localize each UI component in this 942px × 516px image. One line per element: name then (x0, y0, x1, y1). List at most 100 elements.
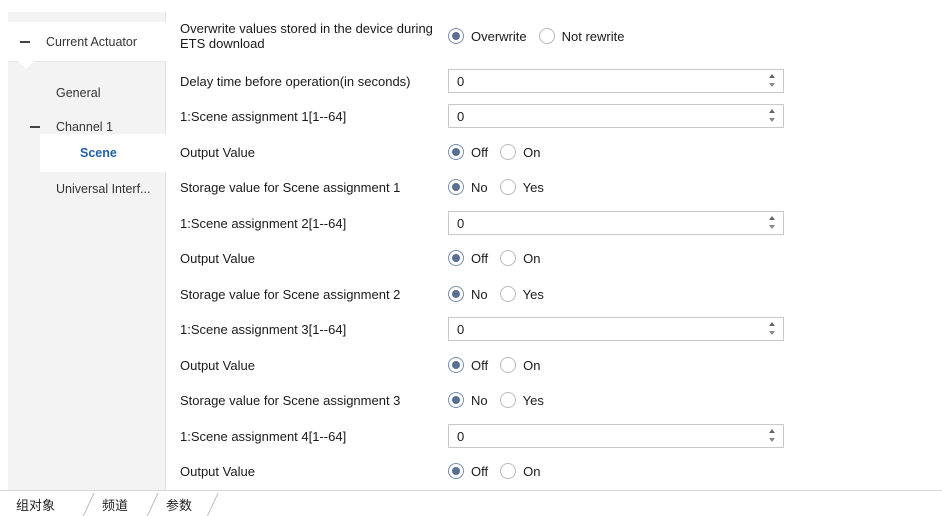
param-row: Storage value for Scene assignment 1 No … (180, 172, 940, 202)
radio-label: On (523, 357, 541, 373)
radio-off[interactable]: Off (448, 144, 488, 160)
param-label: 1:Scene assignment 4[1--64] (180, 428, 347, 444)
radio-unchecked-icon[interactable] (499, 392, 516, 408)
radio-checked-icon[interactable] (448, 463, 464, 479)
radio-yes[interactable]: Yes (499, 286, 544, 302)
param-label: Storage value for Scene assignment 1 (180, 179, 401, 195)
radio-checked-icon[interactable] (448, 392, 464, 408)
radio-unchecked-icon[interactable] (538, 28, 555, 44)
radio-off[interactable]: Off (448, 357, 488, 373)
radio-label: Yes (522, 286, 544, 302)
radio-no[interactable]: No (448, 392, 488, 408)
radio-no[interactable]: No (448, 286, 488, 302)
tree-item-universal-interface[interactable]: Universal Interf... (8, 172, 166, 206)
tab-parameters[interactable]: 参数 (166, 491, 193, 516)
tree-item-scene[interactable]: Scene (40, 134, 166, 172)
radio-unchecked-icon[interactable] (500, 357, 517, 373)
radio-not-rewrite[interactable]: Not rewrite (538, 28, 625, 44)
collapse-icon[interactable] (30, 126, 40, 128)
radio-no[interactable]: No (448, 179, 488, 195)
tree-item-label: General (56, 86, 101, 100)
radio-yes[interactable]: Yes (499, 179, 544, 195)
radio-unchecked-icon[interactable] (499, 286, 516, 302)
tab-label: 频道 (102, 497, 129, 513)
radio-label: Yes (522, 392, 544, 408)
param-label: Output Value (180, 144, 255, 160)
param-label: Output Value (180, 250, 255, 266)
tree-item-general[interactable]: General (8, 76, 166, 110)
radio-off[interactable]: Off (448, 463, 488, 479)
radio-yes[interactable]: Yes (499, 392, 544, 408)
scene-assignment-2-spinbox[interactable]: 0 (448, 211, 784, 235)
sidebar: Current Actuator General Channel 1 Scene… (8, 12, 166, 490)
radio-unchecked-icon[interactable] (500, 144, 517, 160)
radio-overwrite[interactable]: Overwrite (448, 28, 527, 44)
spin-value[interactable]: 0 (457, 429, 464, 444)
spin-value[interactable]: 0 (457, 74, 464, 89)
spin-arrows-icon[interactable] (769, 108, 777, 124)
tab-channels[interactable]: 频道 (102, 491, 128, 516)
radio-label: Not rewrite (561, 28, 625, 44)
radio-checked-icon[interactable] (448, 250, 464, 266)
param-row: Delay time before operation(in seconds) … (180, 66, 940, 96)
param-row: Storage value for Scene assignment 2 No … (180, 279, 940, 309)
param-row: 1:Scene assignment 4[1--64] 0 (180, 421, 940, 451)
radio-checked-icon[interactable] (448, 357, 464, 373)
scene-assignment-3-spinbox[interactable]: 0 (448, 317, 784, 341)
spin-value[interactable]: 0 (457, 322, 464, 337)
param-row: Output Value Off On (180, 350, 940, 380)
radio-on[interactable]: On (500, 463, 540, 479)
param-row: Output Value Off On (180, 137, 940, 167)
radio-checked-icon[interactable] (448, 179, 464, 195)
delay-time-spinbox[interactable]: 0 (448, 69, 784, 93)
param-label: Delay time before operation(in seconds) (180, 73, 411, 89)
tab-separator (146, 493, 159, 516)
radio-label: On (523, 250, 541, 266)
spin-arrows-icon[interactable] (769, 428, 777, 444)
spin-value[interactable]: 0 (457, 216, 464, 231)
radio-label: On (523, 144, 541, 160)
collapse-icon[interactable] (20, 40, 30, 43)
spin-arrows-icon[interactable] (769, 321, 777, 337)
param-label: Storage value for Scene assignment 3 (180, 392, 401, 408)
tree-item-label: Universal Interf... (56, 182, 151, 196)
radio-label: Yes (522, 179, 544, 195)
radio-checked-icon[interactable] (448, 286, 464, 302)
radio-label: On (523, 463, 541, 479)
app-window: Current Actuator General Channel 1 Scene… (0, 0, 942, 516)
radio-label: Overwrite (471, 28, 527, 44)
tree-item-current-actuator[interactable]: Current Actuator (8, 22, 166, 62)
radio-label: No (471, 179, 488, 195)
param-row: 1:Scene assignment 3[1--64] 0 (180, 314, 940, 344)
tree-item-label: Current Actuator (46, 34, 138, 49)
tab-label: 参数 (166, 497, 193, 513)
radio-unchecked-icon[interactable] (500, 463, 517, 479)
radio-label: Off (471, 250, 489, 266)
spin-value[interactable]: 0 (457, 109, 464, 124)
scene-assignment-1-spinbox[interactable]: 0 (448, 104, 784, 128)
param-row: 1:Scene assignment 1[1--64] 0 (180, 101, 940, 131)
radio-label: Off (471, 144, 489, 160)
param-row: Storage value for Scene assignment 3 No … (180, 385, 940, 415)
radio-off[interactable]: Off (448, 250, 488, 266)
radio-on[interactable]: On (500, 144, 540, 160)
tab-group-objects[interactable]: 组对象 (16, 491, 55, 516)
radio-on[interactable]: On (500, 357, 540, 373)
radio-checked-icon[interactable] (448, 28, 464, 44)
tab-label: 组对象 (16, 497, 56, 513)
radio-unchecked-icon[interactable] (499, 179, 516, 195)
scene-assignment-4-spinbox[interactable]: 0 (448, 424, 784, 448)
radio-label: Off (471, 357, 489, 373)
tree-item-label: Channel 1 (56, 120, 113, 134)
tab-separator (82, 493, 95, 516)
param-row: Output Value Off On (180, 243, 940, 273)
param-row: Overwrite values stored in the device du… (180, 18, 940, 54)
spin-arrows-icon[interactable] (769, 215, 777, 231)
spin-arrows-icon[interactable] (769, 73, 777, 89)
radio-on[interactable]: On (500, 250, 540, 266)
radio-checked-icon[interactable] (448, 144, 464, 160)
radio-label: No (471, 286, 488, 302)
param-row: Output Value Off On (180, 456, 940, 486)
radio-unchecked-icon[interactable] (500, 250, 517, 266)
selection-notch (18, 61, 34, 69)
